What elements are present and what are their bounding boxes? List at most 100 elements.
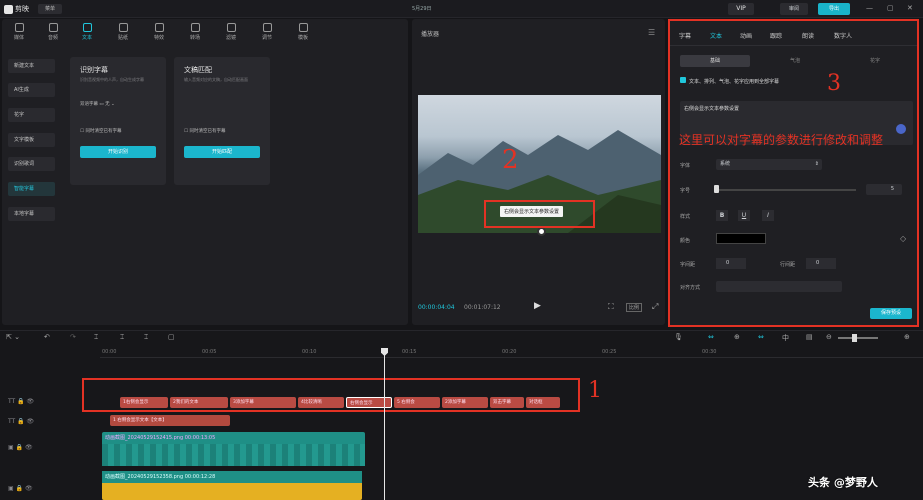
- ruler-tick: 00:05: [202, 349, 217, 355]
- select-tool-icon[interactable]: ⇱ ⌄: [6, 333, 20, 341]
- align-label: 对齐方式: [680, 285, 701, 291]
- tab-text-props[interactable]: 文本: [710, 31, 722, 40]
- apply-all-checkbox[interactable]: 文本、排列、气泡、花字应用到全部字幕: [680, 77, 779, 85]
- side-text-template[interactable]: 文字模板: [8, 133, 55, 147]
- minimize-icon[interactable]: —: [866, 4, 873, 12]
- rotate-handle-icon[interactable]: [537, 227, 546, 236]
- side-smart-subtitle[interactable]: 智能字幕: [8, 182, 55, 196]
- side-lyrics[interactable]: 识别歌词: [8, 157, 55, 171]
- preview-icon[interactable]: ▤: [806, 333, 813, 341]
- zoom-fit-icon[interactable]: ⊕: [904, 333, 910, 341]
- start-recognize-button[interactable]: 开始识别: [80, 146, 156, 158]
- ai-assist-icon[interactable]: [896, 124, 906, 134]
- tab-filter[interactable]: 滤镜: [216, 23, 246, 41]
- undo-icon[interactable]: ↶: [44, 333, 50, 341]
- fit-icon[interactable]: ⛶: [608, 302, 614, 312]
- bilingual-select[interactable]: 双语字幕 ▭ 无 ⌄: [80, 101, 115, 107]
- split-right-icon[interactable]: ⌶: [144, 333, 148, 342]
- redo-icon[interactable]: ↷: [70, 333, 76, 341]
- link-icon[interactable]: ⇔: [708, 333, 714, 341]
- zoom-out-icon[interactable]: ⊖: [826, 333, 832, 341]
- start-match-button[interactable]: 开始匹配: [184, 146, 260, 158]
- line-spacing-label: 行间距: [780, 262, 796, 268]
- color-picker[interactable]: [716, 233, 766, 244]
- tab-transition[interactable]: 转场: [180, 23, 210, 41]
- track-video2-controls[interactable]: ▣ 🔒 👁: [8, 485, 33, 492]
- player-menu-icon[interactable]: ☰: [648, 28, 655, 37]
- tab-digital-human[interactable]: 数字人: [834, 31, 852, 40]
- tab-audio[interactable]: 音频: [38, 23, 68, 41]
- tab-tracking[interactable]: 跟踪: [770, 31, 782, 40]
- play-icon[interactable]: ▶: [534, 301, 541, 311]
- playhead[interactable]: [384, 348, 385, 500]
- keyframe-icon[interactable]: ◇: [900, 234, 906, 243]
- style-label: 样式: [680, 214, 691, 220]
- clear-checkbox[interactable]: ☐ 同时清空已有字幕: [184, 128, 225, 134]
- center-icon[interactable]: 中: [782, 333, 789, 343]
- size-input[interactable]: 5: [866, 184, 902, 195]
- tab-effects[interactable]: 特效: [144, 23, 174, 41]
- tab-sticker[interactable]: 贴纸: [108, 23, 138, 41]
- menu-button[interactable]: 菜单: [38, 4, 62, 14]
- track-video1-controls[interactable]: ▣ 🔒 👁: [8, 444, 33, 451]
- text-clip[interactable]: 1 右侧会显示文本【文本】: [110, 415, 230, 426]
- tab-template[interactable]: 模板: [288, 23, 318, 41]
- effects-icon: [154, 23, 164, 32]
- export-button[interactable]: 导出: [818, 3, 850, 15]
- video-clip-2-label: 动画截图_20240529152358.png 00:00:12:28: [102, 471, 362, 483]
- close-icon[interactable]: ✕: [907, 4, 913, 12]
- subtab-fancy[interactable]: 花字: [840, 55, 910, 67]
- tab-adjust[interactable]: 调节: [252, 23, 282, 41]
- track-subtitle-controls[interactable]: TT 🔒 👁: [8, 398, 34, 405]
- align-options[interactable]: [716, 281, 842, 292]
- italic-button[interactable]: I: [762, 210, 774, 221]
- size-slider-handle[interactable]: [714, 185, 719, 193]
- split-icon[interactable]: ⌶: [94, 333, 98, 342]
- video-clip-1[interactable]: 动画截图_20240529152415.png 00:00:13:05: [102, 432, 365, 466]
- magnet-icon[interactable]: ⊕: [734, 333, 740, 341]
- bold-button[interactable]: B: [716, 210, 728, 221]
- tab-media[interactable]: 媒体: [4, 23, 34, 41]
- tab-subtitle[interactable]: 字幕: [679, 31, 691, 40]
- media-icon: [14, 23, 24, 32]
- mic-icon[interactable]: 🎙: [674, 333, 683, 341]
- zoom-slider-handle[interactable]: [852, 334, 857, 342]
- side-new-text[interactable]: 新建文本: [8, 59, 55, 73]
- card-title: 识别字幕: [80, 66, 108, 74]
- underline-button[interactable]: U: [738, 210, 750, 221]
- color-label: 颜色: [680, 238, 691, 244]
- split-left-icon[interactable]: ⌶: [120, 333, 124, 342]
- recognize-subtitle-card: 识别字幕 识别音视频中的人声，自动生成字幕 双语字幕 ▭ 无 ⌄ ☐ 同时清空已…: [70, 57, 166, 185]
- clear-checkbox[interactable]: ☐ 同时清空已有字幕: [80, 128, 121, 134]
- current-time: 00:00:04:04: [418, 304, 455, 311]
- letter-spacing-input[interactable]: 0: [716, 258, 746, 269]
- snap-icon[interactable]: ⇔: [758, 333, 764, 341]
- video-clip-2[interactable]: 动画截图_20240529152358.png 00:00:12:28: [102, 471, 362, 500]
- ruler-tick: 00:20: [502, 349, 517, 355]
- text-icon: [82, 23, 92, 32]
- ratio-button[interactable]: 比例: [626, 303, 643, 312]
- save-preset-button[interactable]: 保存预设: [870, 308, 912, 319]
- tab-text[interactable]: 文本: [72, 23, 102, 41]
- app-name: 剪映: [15, 5, 29, 13]
- side-fancy-text[interactable]: 花字: [8, 108, 55, 122]
- delete-icon[interactable]: ▢: [168, 333, 175, 341]
- tab-animation[interactable]: 动画: [740, 31, 752, 40]
- review-button[interactable]: 审阅: [780, 3, 808, 15]
- font-label: 字体: [680, 163, 691, 169]
- subtab-bubble[interactable]: 气泡: [760, 55, 830, 67]
- window-title: 5月29日: [412, 6, 432, 12]
- font-select[interactable]: 系统 ⇕: [716, 159, 822, 170]
- fullscreen-icon[interactable]: ⤢: [652, 302, 658, 312]
- maximize-icon[interactable]: ▢: [887, 4, 894, 12]
- tab-reading[interactable]: 朗读: [802, 31, 814, 40]
- vip-badge[interactable]: VIP: [728, 3, 754, 15]
- side-local-subtitle[interactable]: 本地字幕: [8, 207, 55, 221]
- zoom-slider[interactable]: [838, 337, 878, 339]
- size-slider[interactable]: [716, 189, 856, 191]
- side-ai-generate[interactable]: AI生成: [8, 83, 55, 97]
- line-spacing-input[interactable]: 0: [806, 258, 836, 269]
- subtab-basic[interactable]: 基础: [680, 55, 750, 67]
- audio-icon: [48, 23, 58, 32]
- track-text-controls[interactable]: TT 🔒 👁: [8, 418, 34, 425]
